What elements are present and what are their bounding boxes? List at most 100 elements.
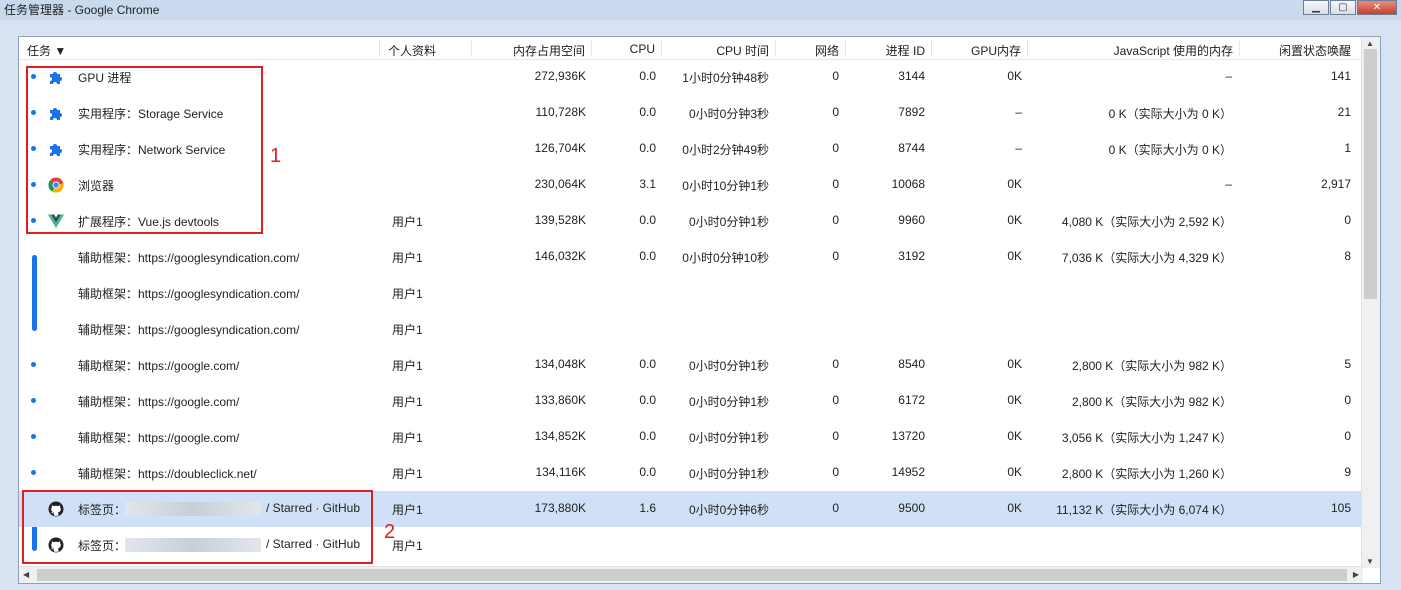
cell-memory: 134,048K (534, 357, 586, 371)
cell-pid: 9500 (898, 501, 925, 515)
cell-network: 0 (832, 393, 839, 407)
process-dot-icon (31, 434, 36, 439)
cell-js: 0 K（实际大小为 0 K） (1108, 143, 1232, 157)
cell-idle: 0 (1344, 393, 1351, 407)
column-header-cpu[interactable]: CPU (599, 42, 655, 56)
task-name: 辅助框架：https://googlesyndication.com/ (78, 251, 300, 265)
cell-network: 0 (832, 213, 839, 227)
cell-js: 7,036 K（实际大小为 4,329 K） (1061, 251, 1232, 265)
cell-gpu: 0K (1007, 177, 1022, 191)
cell-js: 0 K（实际大小为 0 K） (1108, 107, 1232, 121)
cell-profile: 用户1 (392, 395, 423, 409)
annotation-label-1: 1 (270, 145, 282, 167)
cell-js: 2,800 K（实际大小为 1,260 K） (1061, 467, 1232, 481)
cell-cpu: 0.0 (639, 357, 656, 371)
annotation-label-2: 2 (384, 521, 396, 543)
column-header-profile[interactable]: 个人资料 (388, 42, 436, 59)
table-row[interactable]: 辅助框架：https://doubleclick.net/用户1 134,116K… (19, 455, 1363, 491)
vertical-scroll-thumb[interactable] (1364, 49, 1377, 299)
cell-network: 0 (832, 141, 839, 155)
cell-network: 0 (832, 69, 839, 83)
cell-network: 0 (832, 357, 839, 371)
cell-gpu: 0K (1007, 357, 1022, 371)
cell-pid: 8744 (898, 141, 925, 155)
cell-memory: 126,704K (534, 141, 586, 155)
cell-gpu: 0K (1007, 69, 1022, 83)
table-row[interactable]: 辅助框架：https://googlesyndication.com/用户1 (19, 311, 1363, 347)
cell-idle: 0 (1344, 429, 1351, 443)
cell-profile: 用户1 (392, 431, 423, 445)
column-header-cpu-time[interactable]: CPU 时间 (669, 42, 769, 59)
cell-cpu-time: 0小时0分钟1秒 (688, 215, 769, 229)
table-row[interactable]: 辅助框架：https://googlesyndication.com/用户1 14… (19, 239, 1363, 275)
close-button[interactable]: ✕ (1357, 0, 1397, 15)
table-row[interactable]: 辅助框架：https://google.com/用户1 134,852K 0.0 0小… (19, 419, 1363, 455)
scroll-left-arrow-icon[interactable]: ◀ (23, 570, 29, 579)
cell-js: 11,132 K（实际大小为 6,074 K） (1056, 503, 1232, 517)
cell-cpu: 0.0 (639, 249, 656, 263)
cell-pid: 7892 (898, 105, 925, 119)
cell-pid: 8540 (898, 357, 925, 371)
cell-network: 0 (832, 105, 839, 119)
cell-pid: 3192 (898, 249, 925, 263)
cell-pid: 10068 (891, 177, 925, 191)
scroll-up-arrow-icon[interactable]: ▲ (1366, 39, 1374, 48)
column-header-js-memory[interactable]: JavaScript 使用的内存 (1035, 42, 1233, 59)
cell-pid: 3144 (898, 69, 925, 83)
window-title: 任务管理器 - Google Chrome (4, 3, 160, 17)
cell-cpu: 0.0 (639, 465, 656, 479)
minimize-button[interactable]: ▁ (1303, 0, 1329, 15)
column-header-memory[interactable]: 内存占用空间 (479, 42, 585, 59)
cell-cpu-time: 0小时0分钟1秒 (688, 431, 769, 445)
cell-js: 3,056 K（实际大小为 1,247 K） (1061, 431, 1232, 445)
cell-cpu: 0.0 (639, 213, 656, 227)
cell-memory: 110,728K (535, 105, 587, 119)
cell-memory: 230,064K (534, 177, 586, 191)
cell-idle: 141 (1330, 69, 1351, 83)
cell-cpu: 0.0 (639, 429, 656, 443)
cell-gpu: 0K (1007, 465, 1022, 479)
cell-js: 2,800 K（实际大小为 982 K） (1071, 395, 1232, 409)
table-row[interactable]: 辅助框架：https://google.com/用户1 133,860K 0.0 0小… (19, 383, 1363, 419)
cell-profile: 用户1 (392, 215, 423, 229)
cell-network: 0 (832, 177, 839, 191)
cell-cpu-time: 1小时0分钟48秒 (682, 71, 769, 85)
cell-memory: 134,852K (534, 429, 586, 443)
cell-idle: 105 (1330, 501, 1351, 515)
cell-cpu: 1.6 (639, 501, 656, 515)
table-header: 任务 ▼ 个人资料 内存占用空间 CPU CPU 时间 网络 进程 ID GPU… (19, 37, 1363, 60)
cell-cpu-time: 0小时0分钟6秒 (688, 503, 769, 517)
task-name: 辅助框架：https://google.com/ (78, 359, 240, 373)
cell-cpu-time: 0小时0分钟10秒 (682, 251, 769, 265)
process-dot-icon (31, 362, 36, 367)
cell-gpu: 0K (1007, 501, 1022, 515)
annotation-box-1 (26, 66, 263, 234)
cell-cpu-time: 0小时0分钟1秒 (688, 359, 769, 373)
cell-profile: 用户1 (392, 359, 423, 373)
task-name: 辅助框架：https://googlesyndication.com/ (78, 323, 300, 337)
cell-pid: 6172 (898, 393, 925, 407)
scroll-right-arrow-icon[interactable]: ▶ (1353, 570, 1359, 579)
table-row[interactable]: 辅助框架：https://googlesyndication.com/用户1 (19, 275, 1363, 311)
cell-profile: 用户1 (392, 323, 423, 337)
task-name: 辅助框架：https://googlesyndication.com/ (78, 287, 300, 301)
process-dot-icon (31, 470, 36, 475)
cell-idle: 9 (1344, 465, 1351, 479)
scroll-down-arrow-icon[interactable]: ▼ (1366, 557, 1374, 566)
column-header-pid[interactable]: 进程 ID (853, 42, 925, 59)
cell-profile: 用户1 (392, 539, 423, 553)
horizontal-scrollbar[interactable]: ◀ ▶ (19, 566, 1363, 583)
cell-js: 2,800 K（实际大小为 982 K） (1071, 359, 1232, 373)
table-row[interactable]: 辅助框架：https://google.com/用户1 134,048K 0.0 0小… (19, 347, 1363, 383)
process-dot-icon (31, 398, 36, 403)
column-header-task[interactable]: 任务 ▼ (27, 42, 66, 59)
vertical-scrollbar[interactable]: ▲ ▼ (1361, 37, 1380, 568)
horizontal-scroll-thumb[interactable] (37, 569, 1347, 581)
cell-gpu: 0K (1007, 393, 1022, 407)
column-header-gpu-memory[interactable]: GPU内存 (939, 42, 1021, 59)
column-header-idle-wakeups[interactable]: 闲置状态唤醒 (1247, 42, 1351, 59)
column-header-network[interactable]: 网络 (783, 42, 839, 59)
maximize-button[interactable]: ▢ (1330, 0, 1356, 15)
cell-memory: 133,860K (534, 393, 586, 407)
cell-gpu: – (1015, 105, 1022, 119)
